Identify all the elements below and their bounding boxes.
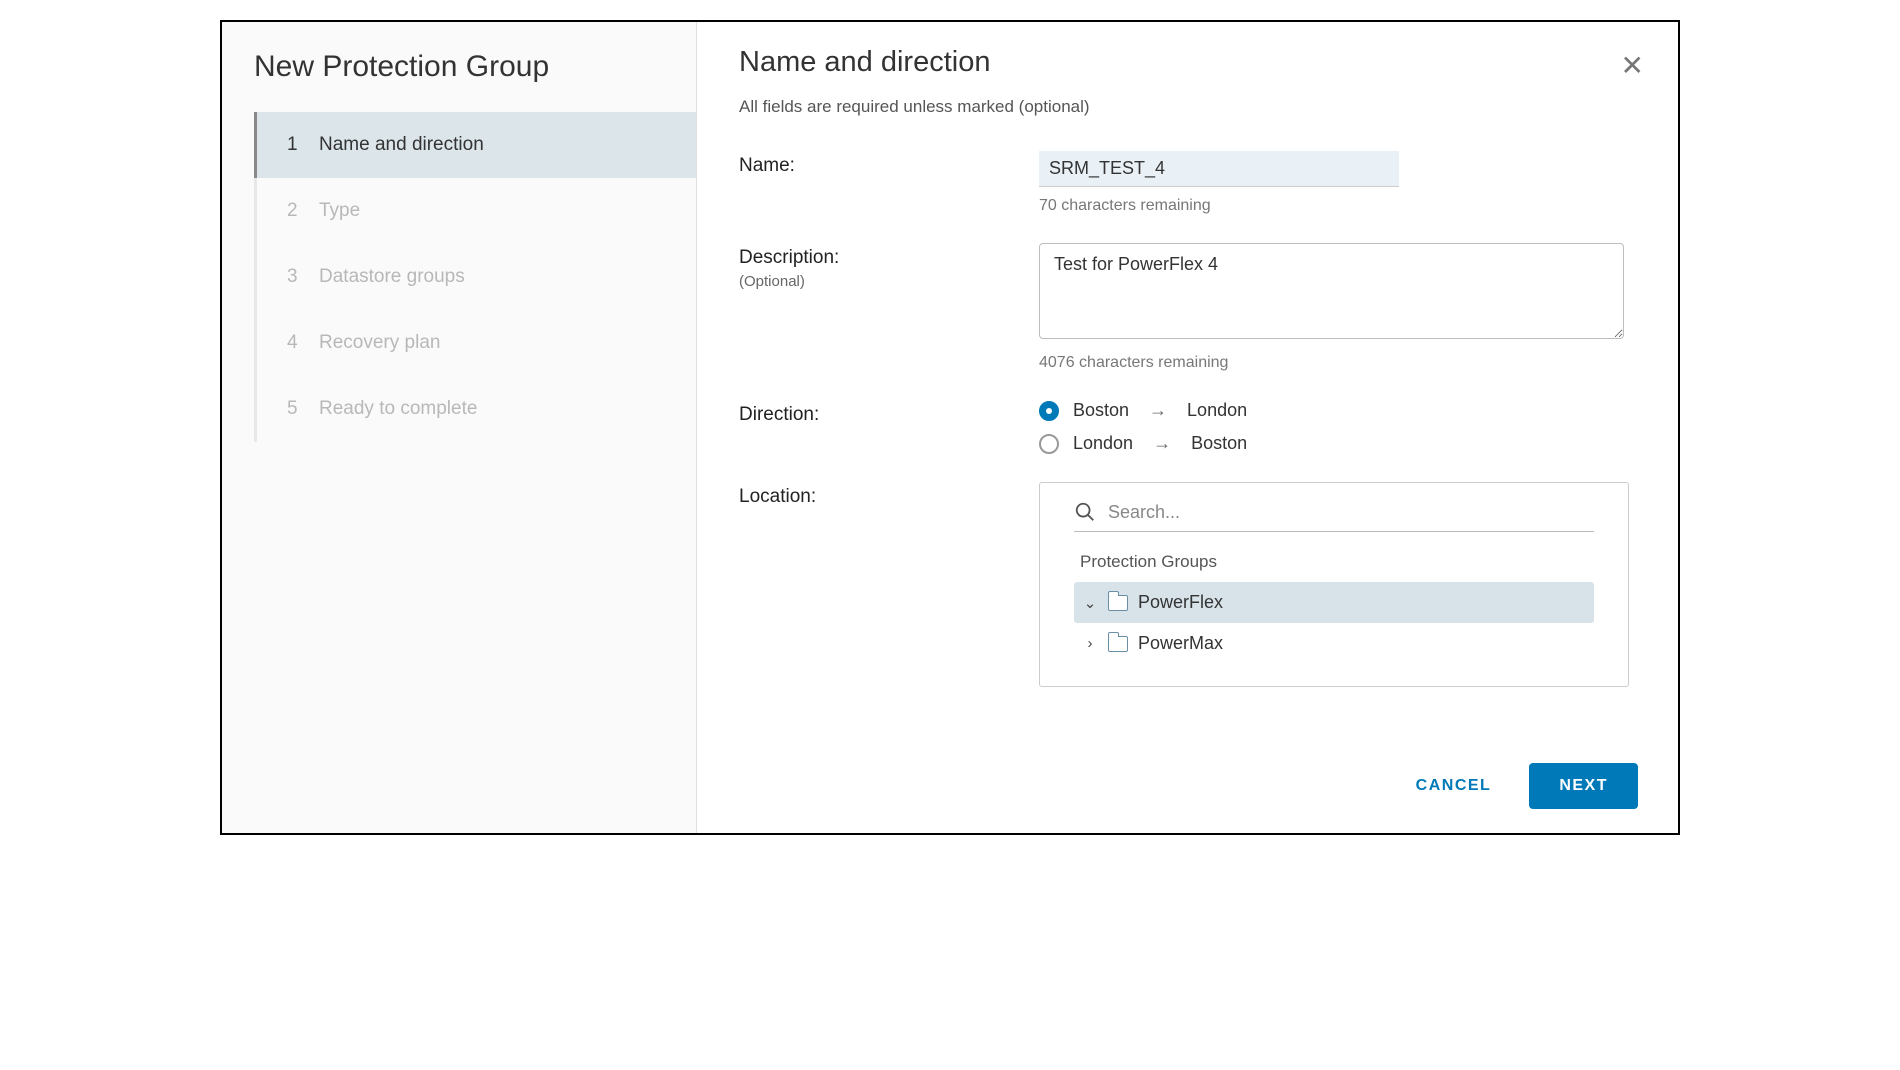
direction-from: London <box>1073 433 1133 454</box>
direction-option-london-boston[interactable]: London → Boston <box>1039 433 1638 454</box>
location-tree-panel: Protection Groups ⌄ PowerFlex › PowerMax <box>1039 482 1629 687</box>
chevron-down-icon: ⌄ <box>1082 594 1098 612</box>
name-row: Name: 70 characters remaining <box>739 151 1638 215</box>
location-row: Location: Protection Groups ⌄ Power <box>739 482 1638 687</box>
wizard-dialog: New Protection Group 1 Name and directio… <box>220 20 1680 835</box>
step-recovery-plan[interactable]: 4 Recovery plan <box>257 310 696 376</box>
step-number: 2 <box>287 200 301 222</box>
name-input[interactable] <box>1039 151 1399 187</box>
location-label: Location: <box>739 482 1039 508</box>
step-label: Datastore groups <box>319 266 465 288</box>
direction-label: Direction: <box>739 400 1039 426</box>
arrow-right-icon: → <box>1149 400 1167 421</box>
direction-radio-group: Boston → London London → Boston <box>1039 400 1638 454</box>
step-ready-to-complete[interactable]: 5 Ready to complete <box>257 376 696 442</box>
arrow-right-icon: → <box>1153 433 1171 454</box>
wizard-title: New Protection Group <box>222 50 696 112</box>
step-label: Ready to complete <box>319 398 477 420</box>
search-wrap <box>1074 497 1594 532</box>
page-title: Name and direction <box>739 46 1638 79</box>
step-datastore-groups[interactable]: 3 Datastore groups <box>257 244 696 310</box>
wizard-main: ✕ Name and direction All fields are requ… <box>697 22 1678 833</box>
tree-item-label: PowerFlex <box>1138 592 1223 613</box>
name-label: Name: <box>739 151 1039 177</box>
location-search-input[interactable] <box>1108 502 1594 523</box>
tree-item-label: PowerMax <box>1138 633 1223 654</box>
direction-to: Boston <box>1191 433 1247 454</box>
optional-marker: (Optional) <box>739 273 1039 290</box>
wizard-footer: CANCEL NEXT <box>739 745 1638 809</box>
tree-header: Protection Groups <box>1080 552 1594 572</box>
description-hint: 4076 characters remaining <box>1039 354 1638 372</box>
description-textarea[interactable] <box>1039 243 1624 339</box>
cancel-button[interactable]: CANCEL <box>1404 767 1504 805</box>
tree-item-powermax[interactable]: › PowerMax <box>1074 623 1594 664</box>
wizard-sidebar: New Protection Group 1 Name and directio… <box>222 22 697 833</box>
direction-option-boston-london[interactable]: Boston → London <box>1039 400 1638 421</box>
tree-item-powerflex[interactable]: ⌄ PowerFlex <box>1074 582 1594 623</box>
radio-selected-icon <box>1039 401 1059 421</box>
name-hint: 70 characters remaining <box>1039 197 1638 215</box>
next-button[interactable]: NEXT <box>1529 763 1638 809</box>
step-number: 5 <box>287 398 301 420</box>
step-number: 1 <box>287 134 301 156</box>
step-number: 4 <box>287 332 301 354</box>
direction-to: London <box>1187 400 1247 421</box>
wizard-steps: 1 Name and direction 2 Type 3 Datastore … <box>254 112 696 442</box>
step-name-and-direction[interactable]: 1 Name and direction <box>254 112 696 178</box>
step-label: Type <box>319 200 360 222</box>
radio-unselected-icon <box>1039 434 1059 454</box>
chevron-right-icon: › <box>1082 635 1098 652</box>
search-icon <box>1074 501 1096 523</box>
page-subtitle: All fields are required unless marked (o… <box>739 97 1638 117</box>
folder-icon <box>1108 636 1128 652</box>
step-label: Name and direction <box>319 134 484 156</box>
description-row: Description: (Optional) 4076 characters … <box>739 243 1638 372</box>
direction-row: Direction: Boston → London London → Bost… <box>739 400 1638 454</box>
description-label: Description: (Optional) <box>739 243 1039 290</box>
close-icon: ✕ <box>1621 50 1644 81</box>
step-number: 3 <box>287 266 301 288</box>
step-type[interactable]: 2 Type <box>257 178 696 244</box>
step-label: Recovery plan <box>319 332 440 354</box>
folder-icon <box>1108 595 1128 611</box>
direction-from: Boston <box>1073 400 1129 421</box>
close-button[interactable]: ✕ <box>1621 52 1644 80</box>
